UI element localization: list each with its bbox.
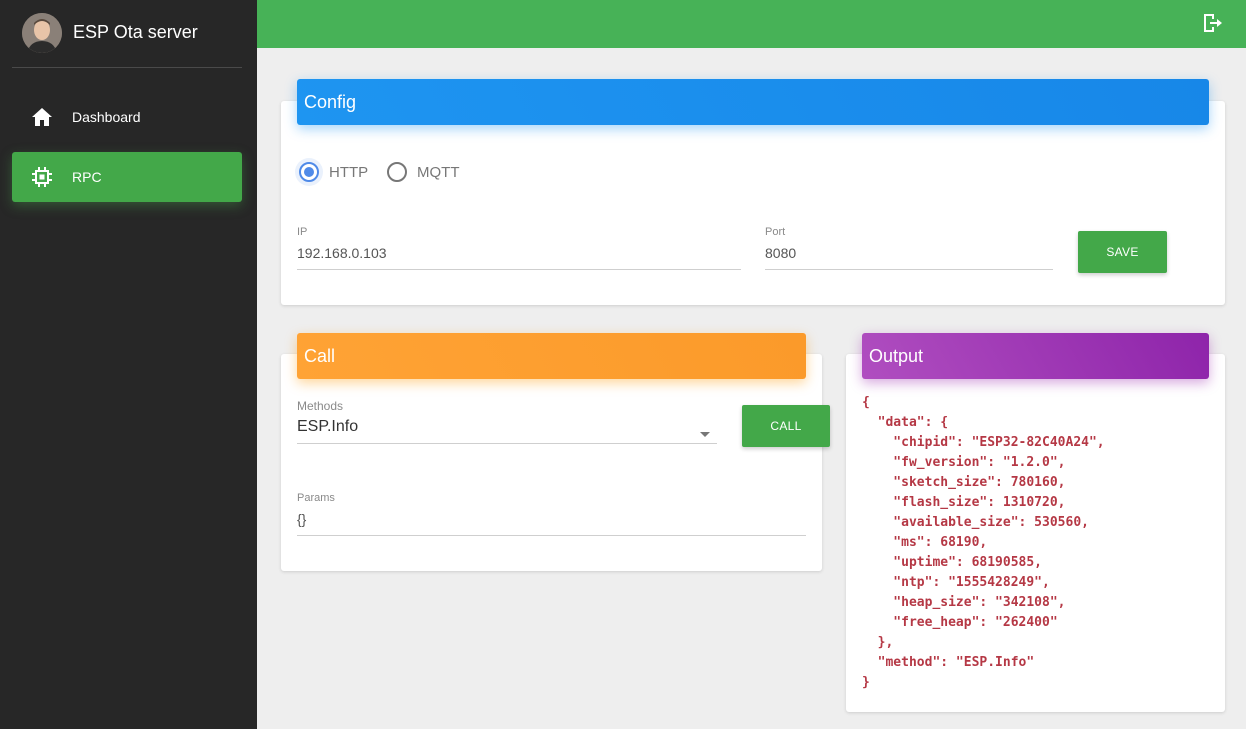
output-header: Output	[862, 333, 1209, 379]
params-label: Params	[297, 492, 335, 504]
call-title: Call	[304, 345, 336, 366]
radio-checked-icon	[299, 162, 319, 182]
radio-label: MQTT	[417, 163, 460, 181]
call-card	[281, 354, 822, 571]
save-button[interactable]: SAVE	[1078, 231, 1167, 273]
home-icon	[12, 108, 72, 126]
params-value: {}	[297, 511, 307, 527]
port-field[interactable]: Port 8080	[765, 226, 1053, 270]
port-value: 8080	[765, 245, 797, 261]
call-header: Call	[297, 333, 806, 379]
methods-select[interactable]: Methods ESP.Info	[297, 399, 717, 444]
logout-icon[interactable]	[1200, 11, 1224, 35]
port-label: Port	[765, 226, 786, 238]
config-title: Config	[304, 91, 357, 112]
output-json: { "data": { "chipid": "ESP32-82C40A24", …	[862, 395, 1105, 690]
call-button[interactable]: CALL	[742, 405, 830, 447]
ip-label: IP	[297, 226, 308, 238]
sidebar-item-label: Dashboard	[72, 109, 141, 125]
radio-mqtt[interactable]: MQTT	[387, 162, 460, 182]
radio-http[interactable]: HTTP	[299, 162, 368, 182]
methods-value: ESP.Info	[297, 418, 359, 435]
avatar[interactable]	[22, 13, 62, 53]
params-field[interactable]: Params {}	[297, 492, 806, 536]
radio-unchecked-icon	[387, 162, 407, 182]
config-header: Config	[297, 79, 1209, 125]
methods-label: Methods	[297, 399, 344, 413]
app-title: ESP Ota server	[73, 22, 198, 42]
sidebar: ESP Ota server Dashboard RPC	[0, 0, 257, 729]
config-card	[281, 101, 1225, 305]
sidebar-item-dashboard[interactable]: Dashboard	[12, 92, 242, 142]
chip-icon	[12, 167, 72, 187]
sidebar-item-rpc[interactable]: RPC	[12, 152, 242, 202]
output-title: Output	[869, 345, 924, 366]
brand: ESP Ota server	[12, 0, 242, 68]
ip-field[interactable]: IP 192.168.0.103	[297, 226, 741, 270]
sidebar-item-label: RPC	[72, 169, 102, 185]
radio-label: HTTP	[329, 163, 369, 181]
dropdown-arrow-icon	[700, 424, 710, 442]
top-bar	[257, 0, 1246, 48]
ip-value: 192.168.0.103	[297, 245, 387, 261]
